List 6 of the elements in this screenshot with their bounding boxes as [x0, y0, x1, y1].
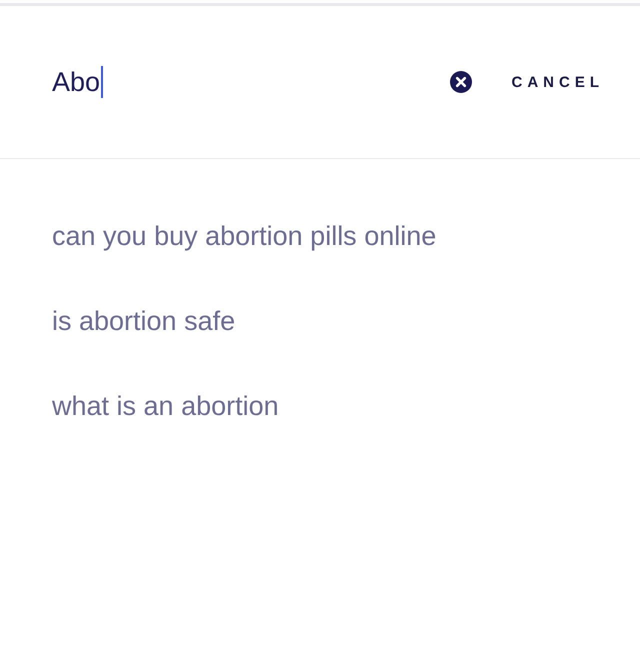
search-field[interactable]: Abo: [52, 62, 450, 102]
search-suggestion[interactable]: is abortion safe: [52, 304, 236, 338]
clear-icon[interactable]: [450, 71, 472, 93]
cancel-button[interactable]: CANCEL: [512, 70, 604, 94]
search-suggestion[interactable]: can you buy abortion pills online: [52, 219, 436, 253]
search-suggestion[interactable]: what is an abortion: [52, 389, 279, 423]
